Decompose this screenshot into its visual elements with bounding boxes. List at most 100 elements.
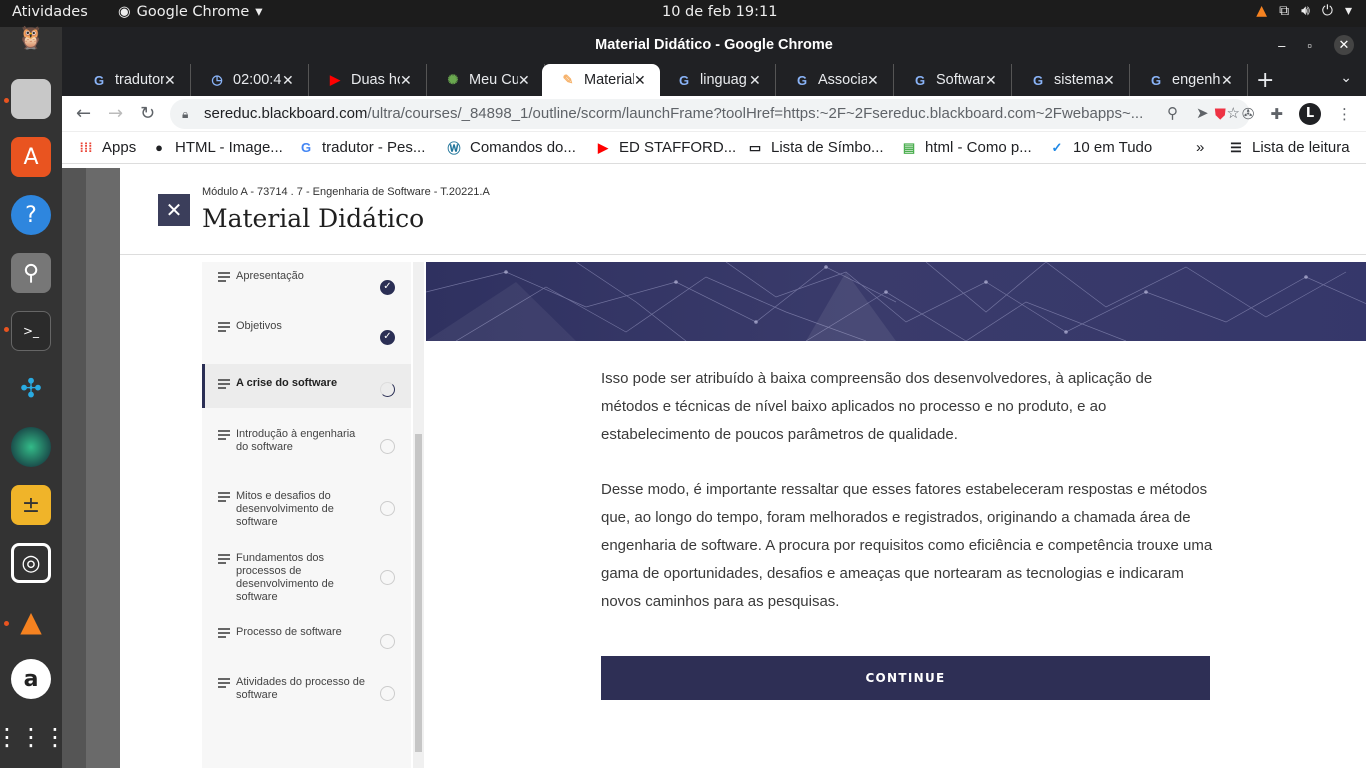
lock-icon[interactable]: 🔒︎ (182, 99, 188, 129)
browser-tab[interactable]: Gtradutor ✕ (73, 64, 191, 96)
activities-button[interactable]: Atividades (12, 4, 88, 20)
empty-circle-icon (380, 439, 395, 454)
tab-label: Duas ho (351, 72, 400, 88)
timer-icon: ◷ (211, 72, 223, 87)
bookmarks-overflow-button[interactable]: » (1196, 139, 1204, 156)
vlc-tray-icon[interactable]: ▲ (1256, 3, 1267, 19)
close-tab-icon[interactable]: ✕ (634, 72, 650, 89)
lesson-item[interactable]: Fundamentos dos processos de desenvolvim… (202, 552, 411, 603)
background-nav-rail (62, 168, 86, 768)
close-tab-icon[interactable]: ✕ (749, 72, 765, 89)
material-panel: ✕ Módulo A - 73714 . 7 - Engenharia de S… (120, 168, 1366, 768)
continue-button[interactable]: CONTINUE (601, 656, 1210, 700)
bookmark-item[interactable]: ▤ html - Como p... (901, 139, 1032, 156)
new-tab-button[interactable]: + (1256, 68, 1274, 93)
search-icon[interactable]: ⚲ (11, 253, 51, 293)
tab-search-chevron-icon[interactable]: ⌄ (1340, 70, 1352, 86)
extension-icon[interactable]: ✇ (1242, 105, 1255, 123)
browser-tab[interactable]: Gengenh ✕ (1130, 64, 1248, 96)
back-button[interactable]: ← (76, 103, 91, 124)
power-icon[interactable]: ⏻ (1322, 3, 1333, 19)
bookmark-item[interactable]: ▶ ED STAFFORD... (595, 139, 736, 156)
chevron-down-icon[interactable]: ▾ (1345, 3, 1352, 19)
bookmark-apps[interactable]: ⁞⁞⁞ Apps (78, 139, 137, 156)
lesson-item[interactable]: Introdução à engenharia do software (202, 428, 411, 468)
wordpress-icon: Ⓦ (447, 141, 461, 156)
zoom-icon[interactable]: ⚲ (1167, 99, 1178, 129)
bookmark-item[interactable]: ▭ Lista de Símbo... (747, 139, 884, 156)
close-tab-icon[interactable]: ✕ (282, 72, 298, 89)
lesson-item[interactable]: Processo de software (202, 626, 411, 656)
browser-tab[interactable]: ▶ Duas ho ✕ (309, 64, 427, 96)
sidebar-scrollbar[interactable] (413, 262, 424, 768)
files-icon[interactable] (11, 79, 51, 119)
maximize-button[interactable]: ▫ (1307, 27, 1312, 64)
address-bar[interactable]: 🔒︎ sereduc.blackboard.com/ultra/courses/… (170, 99, 1250, 129)
lesson-item[interactable]: Mitos e desafios do desenvolvimento de s… (202, 490, 411, 532)
browser-tab[interactable]: Gsistema ✕ (1012, 64, 1130, 96)
close-tab-icon[interactable]: ✕ (1221, 72, 1237, 89)
close-tab-icon[interactable]: ✕ (164, 72, 180, 89)
puzzle-extensions-icon[interactable]: ✚ (1270, 105, 1283, 123)
app-menu[interactable]: ◉ Google Chrome ▾ (118, 4, 263, 20)
clock[interactable]: 10 de feb 19:11 (662, 4, 777, 20)
lines-icon (218, 554, 230, 566)
help-icon[interactable]: ? (11, 195, 51, 235)
reload-button[interactable]: ↻ (140, 103, 155, 124)
divider (120, 254, 1366, 255)
reading-list-button[interactable]: ☰ Lista de leitura (1228, 139, 1349, 156)
bookmark-item[interactable]: G tradutor - Pes... (298, 139, 425, 156)
bookmark-item[interactable]: ✓ 10 em Tudo (1049, 139, 1153, 156)
course-icon: ✺ (447, 72, 459, 87)
browser-tab[interactable]: ✺ Meu Cu ✕ (427, 64, 545, 96)
youtube-icon: ▶ (330, 72, 340, 87)
scrollbar-thumb[interactable] (415, 434, 422, 752)
terminal-icon[interactable]: >_ (11, 311, 51, 351)
system-tray[interactable]: ▲ ⧉ 🔊︎ ⏻ ▾ (1256, 3, 1352, 19)
close-window-button[interactable]: ✕ (1334, 35, 1354, 55)
lesson-title: A crise do software (236, 377, 338, 389)
software-center-icon[interactable]: A (11, 137, 51, 177)
minimize-button[interactable]: – (1278, 27, 1285, 64)
bookmark-item[interactable]: Ⓦ Comandos do... (446, 139, 575, 156)
vlc-icon[interactable]: ▲ (11, 601, 51, 641)
lesson-item[interactable]: Apresentação ✓ (202, 270, 411, 304)
volume-icon[interactable]: 🔊︎ (1301, 3, 1310, 19)
url-domain: sereduc.blackboard.com (204, 105, 368, 122)
browser-tab[interactable]: ✎ Material ✕ (542, 64, 660, 96)
browser-tab[interactable]: G Softwar ✕ (894, 64, 1012, 96)
github-icon: ● (155, 140, 163, 155)
close-tab-icon[interactable]: ✕ (985, 72, 1001, 89)
menu-kebab-icon[interactable]: ⋮ (1337, 105, 1352, 123)
tab-label: Associa (818, 72, 867, 88)
browser-tab[interactable]: Glinguag ✕ (658, 64, 776, 96)
lines-icon (218, 430, 230, 442)
calculator-icon[interactable]: ± (11, 485, 51, 525)
close-panel-button[interactable]: ✕ (158, 194, 190, 226)
browser-tab[interactable]: ◷ 02:00:42✕ (191, 64, 309, 96)
amazon-icon[interactable]: a (11, 659, 51, 699)
bookmark-label: HTML - Image... (175, 139, 283, 156)
close-tab-icon[interactable]: ✕ (1103, 72, 1119, 89)
bookmark-item[interactable]: ● HTML - Image... (151, 139, 283, 156)
show-apps-icon[interactable]: ⋮⋮⋮ (0, 717, 67, 757)
dock-app-icon[interactable]: 🦉 (11, 26, 51, 51)
send-icon[interactable]: ➤ (1196, 99, 1209, 129)
puzzle-app-icon[interactable]: ✣ (11, 369, 51, 409)
close-tab-icon[interactable]: ✕ (518, 72, 534, 89)
bookmarks-bar: ⁞⁞⁞ Apps ● HTML - Image... G tradutor - … (62, 132, 1366, 164)
shield-extension-icon[interactable]: ⛊ (1215, 105, 1226, 123)
lesson-item[interactable]: A crise do software (202, 364, 411, 408)
lesson-item[interactable]: Atividades do processo de software (202, 676, 411, 712)
close-tab-icon[interactable]: ✕ (867, 72, 883, 89)
profile-avatar[interactable]: L (1299, 103, 1321, 125)
forward-button[interactable]: → (108, 103, 123, 124)
browser-tab[interactable]: G Associa ✕ (776, 64, 894, 96)
window-titlebar[interactable]: Material Didático - Google Chrome – ▫ ✕ (62, 27, 1366, 64)
close-tab-icon[interactable]: ✕ (400, 72, 416, 89)
lesson-item[interactable]: Objetivos ✓ (202, 320, 411, 354)
network-icon[interactable]: ⧉ (1279, 3, 1289, 19)
camera-icon[interactable]: ◎ (11, 543, 51, 583)
page-viewport: ✕ Módulo A - 73714 . 7 - Engenharia de S… (62, 168, 1366, 768)
chrome-dock-icon[interactable] (11, 427, 51, 467)
